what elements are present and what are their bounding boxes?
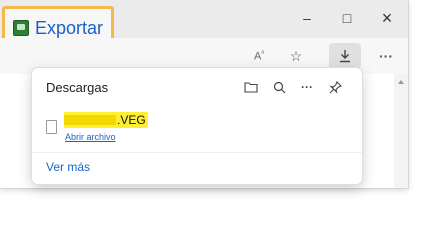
more-options-button[interactable]: ···	[373, 43, 399, 69]
download-item[interactable]: .VEG Abrir archivo	[40, 108, 354, 150]
folder-icon	[244, 82, 258, 93]
app-icon	[13, 20, 29, 36]
downloads-title: Descargas	[46, 80, 109, 95]
open-file-link[interactable]: Abrir archivo	[65, 132, 116, 142]
maximize-button[interactable]: □	[328, 4, 366, 32]
download-icon	[340, 50, 350, 63]
read-aloud-icon: Aᵃ	[254, 49, 264, 63]
scrollbar[interactable]	[394, 74, 408, 188]
maximize-icon: □	[342, 10, 352, 26]
favorites-button[interactable]: ☆	[283, 43, 309, 69]
close-icon: ×	[381, 7, 393, 28]
redacted-name-block	[64, 115, 116, 125]
pin-panel-button[interactable]	[324, 76, 346, 98]
download-filename: .VEG	[64, 112, 148, 128]
search-icon	[273, 81, 285, 93]
downloads-button[interactable]	[329, 43, 361, 69]
pin-icon	[328, 80, 342, 94]
close-button[interactable]: ×	[368, 4, 406, 32]
minimize-icon: –	[303, 10, 311, 26]
see-more-link[interactable]: Ver más	[46, 160, 90, 174]
panel-divider	[32, 152, 362, 153]
read-aloud-button[interactable]: Aᵃ	[246, 43, 272, 69]
file-icon	[46, 120, 57, 134]
open-folder-button[interactable]	[240, 76, 262, 98]
downloads-panel: Descargas ··· .VEG Abrir archivo Ver más	[32, 68, 362, 184]
search-downloads-button[interactable]	[268, 76, 290, 98]
star-icon: ☆	[289, 47, 303, 64]
more-icon: ···	[379, 48, 393, 64]
export-label: Exportar	[35, 17, 104, 38]
scroll-up-icon[interactable]	[398, 80, 404, 84]
filename-extension: .VEG	[117, 113, 146, 127]
more-options-icon: ···	[301, 80, 313, 94]
title-bar: Exportar – □ ×	[0, 0, 408, 50]
downloads-more-button[interactable]: ···	[296, 76, 318, 98]
minimize-button[interactable]: –	[288, 4, 326, 32]
